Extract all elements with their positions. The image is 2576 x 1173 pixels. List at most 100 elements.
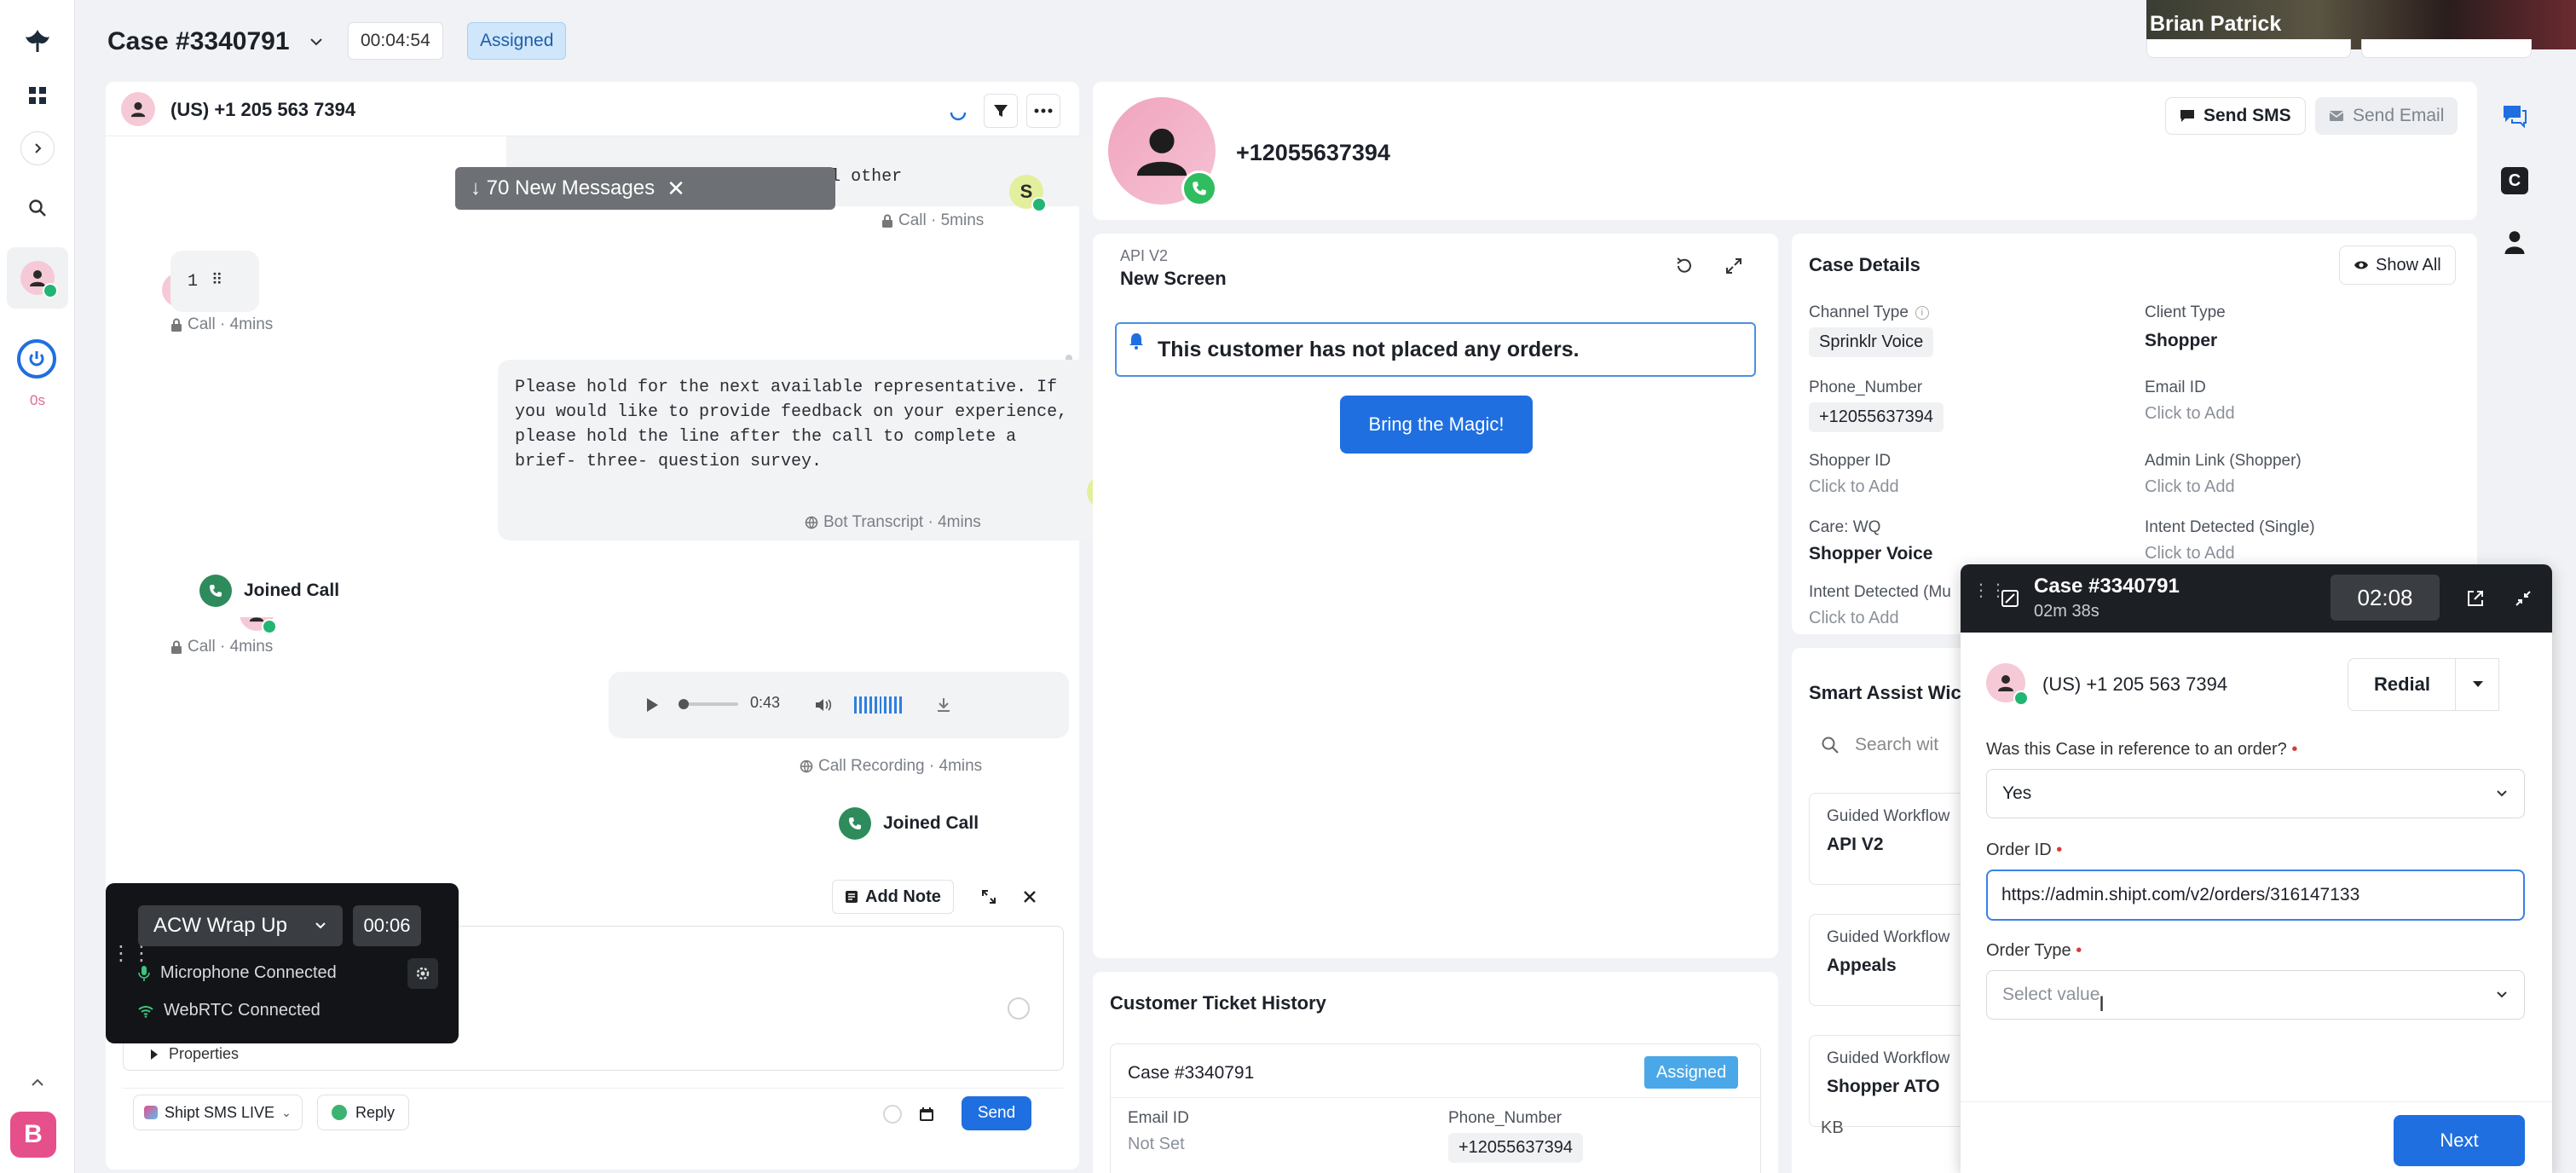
order-id-label: Order ID • — [1986, 841, 2063, 859]
intent-single-value[interactable]: Click to Add — [2145, 544, 2235, 563]
admin-link-value[interactable]: Click to Add — [2145, 477, 2235, 497]
order-id-input[interactable] — [1986, 870, 2525, 921]
api-screen-title: New Screen — [1120, 268, 1227, 289]
send-sms-button[interactable]: Send SMS — [2165, 97, 2306, 135]
ticket-phone-value: +12055637394 — [1448, 1133, 1584, 1163]
person-rail-icon[interactable] — [2499, 227, 2530, 257]
drag-handle-icon[interactable]: ⋮⋮ — [111, 944, 152, 964]
case-dropdown-icon[interactable] — [303, 29, 329, 55]
webrtc-status: WebRTC Connected — [138, 1001, 321, 1020]
client-type-value[interactable]: Shopper — [2145, 331, 2217, 351]
redial-dropdown-icon[interactable] — [2455, 658, 2499, 711]
bring-magic-button[interactable]: Bring the Magic! — [1340, 396, 1533, 454]
bell-icon — [1129, 332, 1144, 350]
globe-icon — [800, 760, 813, 773]
send-email-button[interactable]: Send Email — [2315, 97, 2458, 135]
care-wq-value[interactable]: Shopper Voice — [1809, 544, 1932, 564]
search-icon[interactable] — [20, 191, 55, 225]
email-id-value[interactable]: Click to Add — [2145, 404, 2235, 424]
calendar-icon[interactable] — [912, 1100, 941, 1129]
settings-gear-icon[interactable] — [407, 958, 438, 989]
order-reference-select[interactable]: Yes — [1986, 769, 2525, 818]
api-screen-panel: API V2 New Screen This customer has not … — [1093, 234, 1778, 958]
kb-label[interactable]: KB — [1821, 1118, 1844, 1138]
messages-rail-icon[interactable] — [2498, 99, 2532, 133]
collapse-up-icon[interactable] — [20, 1066, 55, 1100]
client-type-label: Client Type — [2145, 303, 2226, 321]
channel-select[interactable]: Shipt SMS LIVE ⌄ — [133, 1095, 303, 1130]
filter-icon[interactable] — [984, 94, 1018, 128]
chevron-down-icon — [314, 919, 327, 933]
close-composer-icon[interactable] — [1014, 881, 1045, 912]
status-badge: Assigned — [467, 22, 567, 60]
editor-radio[interactable] — [1008, 997, 1030, 1020]
acw-status-select[interactable]: ACW Wrap Up — [138, 905, 343, 946]
audio-player — [609, 672, 1069, 738]
profile-phone: +12055637394 — [1236, 140, 1390, 165]
user-avatar-icon[interactable] — [20, 261, 58, 298]
properties-toggle[interactable]: Properties — [150, 1045, 239, 1063]
workflow-label: Guided Workflow — [1827, 807, 1950, 825]
channel-type-value[interactable]: Sprinklr Voice — [1809, 327, 1934, 357]
chevron-down-icon — [2495, 787, 2509, 800]
volume-icon[interactable] — [811, 692, 837, 718]
ticket-history-title: Customer Ticket History — [1110, 992, 1326, 1014]
call-widget-header: ⋮⋮ Case #3340791 02m 38s 02:08 — [1961, 564, 2552, 633]
fullscreen-icon[interactable] — [1718, 251, 1749, 281]
power-status-icon[interactable] — [17, 339, 56, 378]
emoji-icon[interactable] — [883, 1105, 902, 1124]
ticket-history-panel: Customer Ticket History Case #3340791 As… — [1093, 972, 1778, 1173]
minimize-icon[interactable] — [2510, 585, 2537, 612]
channel-type-label: Channel Type i — [1809, 303, 1929, 322]
phone-number-value[interactable]: +12055637394 — [1809, 402, 1944, 432]
sprinklr-logo-icon[interactable] — [20, 24, 55, 58]
case-title[interactable]: Case #3340791 — [107, 27, 290, 56]
apps-grid-icon[interactable] — [20, 78, 55, 113]
reply-icon — [332, 1105, 347, 1120]
expand-chevron-icon[interactable] — [20, 131, 55, 165]
joined-call-pill: Joined Call — [830, 800, 1001, 847]
collapse-case-partial[interactable] — [2361, 39, 2532, 58]
screen-icon — [1998, 586, 2022, 610]
shopper-id-value[interactable]: Click to Add — [1809, 477, 1899, 497]
new-messages-pill[interactable]: ↓ 70 New Messages ✕ — [455, 167, 835, 210]
order-question-label: Was this Case in reference to an order? … — [1986, 740, 2298, 759]
ticket-card[interactable]: Case #3340791 Assigned Email ID Not Set … — [1110, 1043, 1762, 1173]
profile-card: +12055637394 Send SMS Send Email — [1093, 82, 2477, 220]
chat-icon — [2180, 109, 2195, 123]
message-meta: Bot Transcript · 4mins — [805, 513, 981, 532]
message-meta: Call · 4mins — [170, 315, 273, 334]
intent-multi-value[interactable]: Click to Add — [1809, 609, 1899, 628]
intent-multi-label: Intent Detected (Mu — [1809, 583, 1951, 601]
audio-progress[interactable] — [679, 699, 738, 709]
lock-icon — [170, 640, 182, 654]
order-type-select[interactable]: Select value — [1986, 970, 2525, 1020]
play-icon[interactable] — [639, 692, 665, 718]
workflow-name: Appeals — [1827, 956, 1897, 975]
smart-assist-title: Smart Assist Wic — [1809, 682, 1961, 703]
view-case-details-partial[interactable] — [2146, 39, 2351, 58]
ticket-case[interactable]: Case #3340791 — [1128, 1063, 1254, 1083]
agent-name: Brian Patrick — [2150, 12, 2282, 36]
order-type-label: Order Type • — [1986, 941, 2082, 960]
case-details-title: Case Details — [1809, 254, 1920, 275]
expand-icon[interactable] — [973, 881, 1004, 912]
close-icon[interactable]: ✕ — [667, 176, 685, 202]
send-button[interactable]: Send — [962, 1096, 1031, 1130]
show-all-button[interactable]: Show All — [2339, 246, 2456, 285]
call-timer: 02:08 — [2331, 575, 2440, 621]
download-icon[interactable] — [931, 692, 956, 718]
call-widget-footer — [1961, 1101, 2552, 1102]
eye-icon — [2354, 260, 2369, 270]
next-button[interactable]: Next — [2394, 1115, 2525, 1166]
add-note-button[interactable]: Add Note — [832, 880, 954, 914]
conversation-header: (US) +1 205 563 7394 — [106, 82, 1079, 136]
case-rail-icon[interactable]: C — [2501, 167, 2528, 194]
reply-mode-button[interactable]: Reply — [317, 1095, 410, 1130]
more-options-icon[interactable] — [1026, 94, 1060, 128]
profile-avatar[interactable]: B — [10, 1112, 56, 1158]
refresh-icon[interactable] — [1669, 251, 1700, 281]
caller-avatar-icon — [1986, 663, 2029, 706]
workflow-label: Guided Workflow — [1827, 1049, 1950, 1067]
popout-icon[interactable] — [2462, 585, 2489, 612]
